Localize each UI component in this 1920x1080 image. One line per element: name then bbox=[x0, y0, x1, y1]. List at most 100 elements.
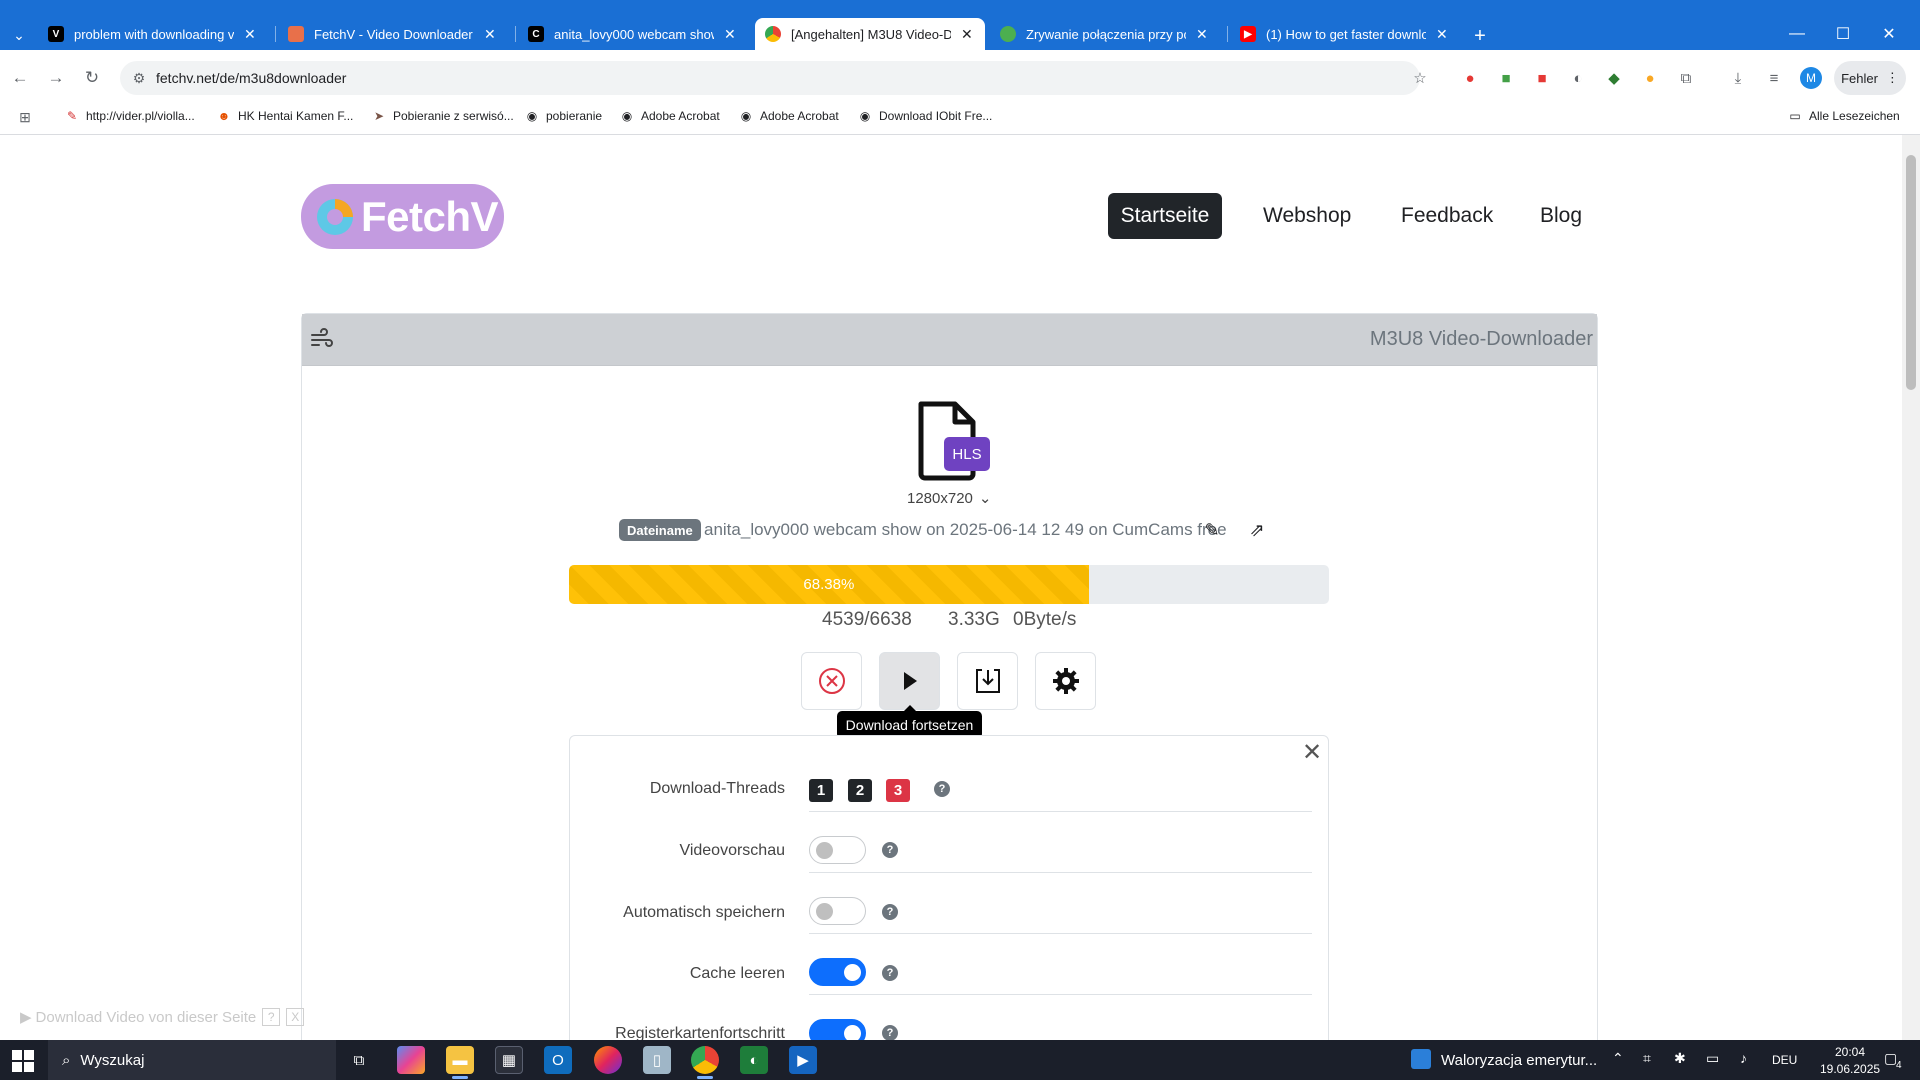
help-icon[interactable]: ? bbox=[882, 965, 898, 981]
error-button[interactable]: Fehler ⋮ bbox=[1834, 61, 1906, 95]
nav-webshop[interactable]: Webshop bbox=[1247, 193, 1367, 239]
external-link-icon[interactable]: ⇗ bbox=[1245, 518, 1269, 542]
windows-start-icon[interactable] bbox=[12, 1050, 34, 1072]
forward-icon[interactable]: → bbox=[42, 64, 70, 92]
taskbar-search[interactable]: ⌕ Wyszukaj bbox=[48, 1040, 336, 1080]
help-icon[interactable]: ? bbox=[882, 1025, 898, 1041]
profile-avatar[interactable]: M bbox=[1800, 67, 1822, 89]
extension-icon[interactable]: ◐ bbox=[1566, 66, 1590, 90]
tab-active[interactable]: [Angehalten] M3U8 Video-Dow ✕ bbox=[755, 18, 985, 50]
tab-search-chevron-icon[interactable]: ⌄ bbox=[6, 22, 32, 48]
clock-time[interactable]: 20:04 bbox=[1820, 1045, 1880, 1059]
help-icon[interactable]: ? bbox=[882, 904, 898, 920]
edit-icon[interactable]: ✎ bbox=[1200, 518, 1224, 542]
minimize-icon[interactable]: — bbox=[1774, 18, 1820, 50]
overlay-close-icon[interactable]: X bbox=[286, 1008, 305, 1026]
record-icon[interactable]: ● bbox=[1458, 66, 1482, 90]
resolution-select[interactable]: 1280x720 ⌄ bbox=[907, 489, 991, 507]
volume-icon[interactable]: ♪ bbox=[1740, 1050, 1747, 1066]
back-icon[interactable]: ← bbox=[6, 64, 34, 92]
store-icon[interactable]: ▦ bbox=[495, 1046, 523, 1074]
help-icon[interactable]: ? bbox=[934, 781, 950, 797]
close-window-icon[interactable]: ✕ bbox=[1866, 18, 1912, 50]
extension-icon[interactable]: ◆ bbox=[1602, 66, 1626, 90]
site-info-icon[interactable]: ⚙ bbox=[128, 67, 150, 89]
copilot-icon[interactable] bbox=[397, 1046, 425, 1074]
media-controls-icon[interactable]: ≡ bbox=[1762, 66, 1786, 90]
tab-2[interactable]: FetchV - Video Downloader for ✕ bbox=[278, 18, 510, 50]
chevron-up-icon[interactable]: ⌃ bbox=[1612, 1050, 1624, 1067]
close-tab-icon[interactable]: ✕ bbox=[1436, 26, 1448, 43]
bookmark-star-icon[interactable]: ☆ bbox=[1408, 66, 1432, 90]
nav-home[interactable]: Startseite bbox=[1108, 193, 1222, 239]
help-icon[interactable]: ? bbox=[882, 842, 898, 858]
bookmark-item[interactable]: ◉ Adobe Acrobat bbox=[619, 108, 720, 124]
bookmark-item[interactable]: ◉ Download IObit Fre... bbox=[857, 108, 993, 124]
maximize-icon[interactable]: ☐ bbox=[1820, 18, 1866, 50]
extension-badge-icon[interactable]: ■ bbox=[1530, 66, 1554, 90]
resolution-value: 1280x720 bbox=[907, 490, 973, 507]
close-tab-icon[interactable]: ✕ bbox=[961, 26, 973, 43]
auto-save-toggle[interactable] bbox=[809, 897, 866, 925]
extension-icon[interactable]: ● bbox=[1638, 66, 1662, 90]
all-bookmarks[interactable]: ▭ Alle Lesezeichen bbox=[1787, 108, 1899, 124]
language-indicator[interactable]: DEU bbox=[1772, 1053, 1797, 1067]
clock-date[interactable]: 19.06.2025 bbox=[1820, 1062, 1880, 1076]
tab-3[interactable]: C anita_lovy000 webcam show on ✕ bbox=[518, 18, 750, 50]
thread-option-1[interactable]: 1 bbox=[809, 779, 833, 802]
close-tab-icon[interactable]: ✕ bbox=[1196, 26, 1208, 43]
url-text[interactable]: fetchv.net/de/m3u8downloader bbox=[156, 70, 346, 86]
thread-option-2[interactable]: 2 bbox=[848, 779, 872, 802]
app-icon[interactable]: ▯ bbox=[643, 1046, 671, 1074]
tab-6[interactable]: ▶ (1) How to get faster download ✕ bbox=[1230, 18, 1462, 50]
chrome-taskbar-icon[interactable] bbox=[691, 1046, 719, 1074]
bookmark-item[interactable]: ✎ http://vider.pl/violla... bbox=[64, 108, 195, 124]
news-widget-icon[interactable] bbox=[1411, 1049, 1431, 1069]
nav-blog[interactable]: Blog bbox=[1524, 193, 1598, 239]
overlay-text: Download Video von dieser Seite bbox=[35, 1008, 257, 1026]
download-video-overlay[interactable]: ▶ Download Video von dieser Seite ? X bbox=[20, 1005, 332, 1029]
tab-1[interactable]: V problem with downloading vide ✕ bbox=[38, 18, 270, 50]
download-icon[interactable]: ⤓ bbox=[1726, 66, 1750, 90]
bookmark-item[interactable]: ◉ pobieranie bbox=[524, 108, 602, 124]
bookmark-item[interactable]: ➤ Pobieranie z serwisó... bbox=[371, 108, 514, 124]
bookmark-item[interactable]: ◉ Adobe Acrobat bbox=[738, 108, 839, 124]
fetchv-logo[interactable]: FetchV bbox=[301, 184, 504, 249]
close-tab-icon[interactable]: ✕ bbox=[724, 26, 736, 43]
app-icon[interactable]: ◐ bbox=[740, 1046, 768, 1074]
resume-button[interactable] bbox=[879, 652, 940, 710]
task-view-icon[interactable]: ⧉ bbox=[345, 1046, 373, 1074]
globe-icon: ◉ bbox=[621, 109, 633, 123]
settings-button[interactable] bbox=[1035, 652, 1096, 710]
tray-app-icon[interactable]: ✱ bbox=[1674, 1050, 1686, 1067]
file-explorer-icon[interactable]: ▬ bbox=[446, 1046, 474, 1074]
nav-feedback[interactable]: Feedback bbox=[1385, 193, 1509, 239]
scrollbar-thumb[interactable] bbox=[1906, 155, 1916, 390]
error-label: Fehler bbox=[1841, 70, 1878, 86]
extension-badge-icon[interactable]: ■ bbox=[1494, 66, 1518, 90]
close-icon[interactable]: ✕ bbox=[1298, 738, 1326, 766]
firefox-icon[interactable] bbox=[594, 1046, 622, 1074]
reload-icon[interactable]: ↻ bbox=[78, 64, 106, 92]
close-tab-icon[interactable]: ✕ bbox=[244, 26, 256, 43]
tab-5[interactable]: Zrywanie połączenia przy pobie ✕ bbox=[990, 18, 1222, 50]
save-button[interactable] bbox=[957, 652, 1018, 710]
media-player-icon[interactable]: ▶ bbox=[789, 1046, 817, 1074]
news-widget-text[interactable]: Waloryzacja emerytur... bbox=[1441, 1052, 1597, 1069]
close-tab-icon[interactable]: ✕ bbox=[484, 26, 496, 43]
new-tab-button[interactable]: + bbox=[1468, 24, 1492, 48]
toggle-knob bbox=[816, 842, 833, 859]
network-icon[interactable]: ▭ bbox=[1706, 1050, 1719, 1067]
apps-grid-icon[interactable]: ⊞ bbox=[14, 106, 36, 128]
cancel-button[interactable] bbox=[801, 652, 862, 710]
thread-option-3[interactable]: 3 bbox=[886, 779, 910, 802]
bookmark-item[interactable]: ☻ HK Hentai Kamen F... bbox=[216, 108, 354, 124]
clear-cache-toggle[interactable] bbox=[809, 958, 866, 986]
tray-app-icon[interactable]: ⌗ bbox=[1643, 1050, 1651, 1067]
divider bbox=[809, 872, 1312, 873]
extensions-puzzle-icon[interactable]: ⧉ bbox=[1674, 66, 1698, 90]
outlook-icon[interactable]: O bbox=[544, 1046, 572, 1074]
leaf-icon bbox=[1000, 26, 1016, 42]
overlay-help-icon[interactable]: ? bbox=[262, 1008, 281, 1026]
video-preview-toggle[interactable] bbox=[809, 836, 866, 864]
